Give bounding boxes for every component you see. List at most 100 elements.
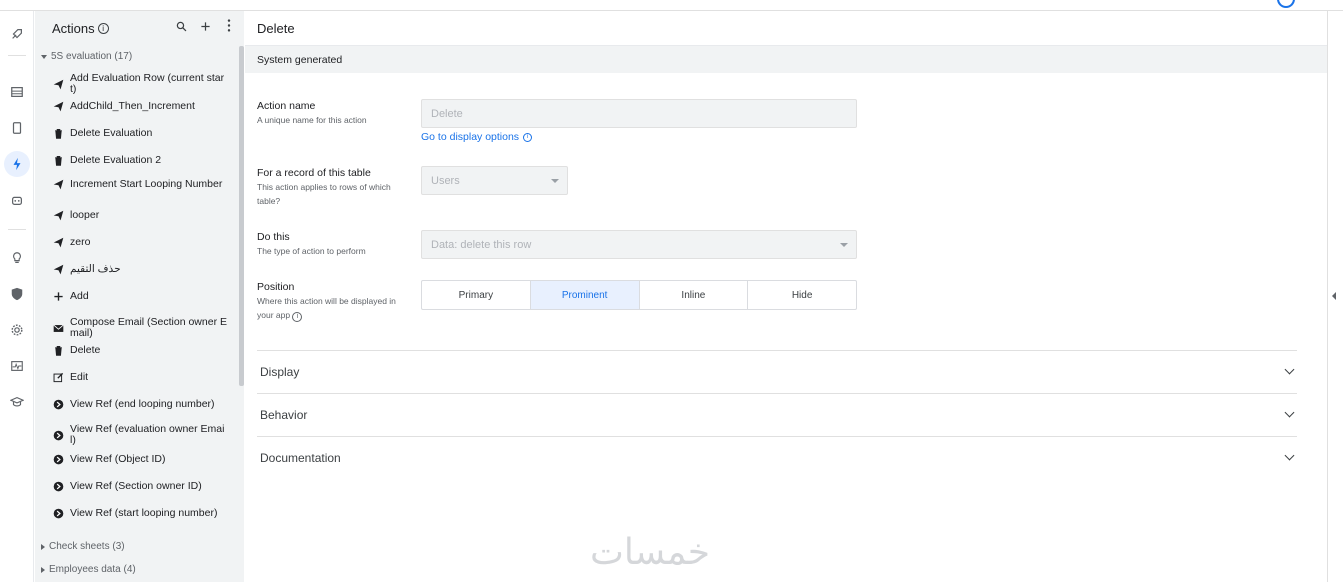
- section-documentation[interactable]: Documentation: [257, 436, 1297, 479]
- sidebar-action-label: Delete Evaluation 2: [70, 153, 162, 166]
- sidebar-action-label: Increment Start Looping Number: [70, 177, 223, 190]
- group-label: Check sheets (3): [49, 541, 125, 552]
- data-icon[interactable]: [4, 79, 30, 105]
- position-option-inline[interactable]: Inline: [640, 281, 749, 309]
- position-option-prominent[interactable]: Prominent: [530, 281, 640, 309]
- trash-icon: [52, 344, 64, 356]
- record-table-select[interactable]: Users: [421, 166, 568, 195]
- position-label-group: Position Where this action will be displ…: [257, 281, 412, 322]
- sidebar-action-item[interactable]: حذف التقيم: [52, 263, 227, 275]
- group-employees-data[interactable]: Employees data (4): [41, 564, 136, 575]
- app-view-icon[interactable]: [4, 115, 30, 141]
- position-option-primary[interactable]: Primary: [422, 281, 531, 309]
- settings-gear-icon[interactable]: [4, 317, 30, 343]
- avatar[interactable]: [1277, 0, 1295, 8]
- section-behavior[interactable]: Behavior: [257, 393, 1297, 436]
- sidebar-action-item[interactable]: View Ref (Object ID): [52, 453, 227, 465]
- sidebar-action-item[interactable]: View Ref (end looping number): [52, 398, 227, 410]
- position-desc-wrap: Where this action will be displayed in y…: [257, 294, 412, 322]
- section-display[interactable]: Display: [257, 350, 1297, 393]
- position-desc: Where this action will be displayed in y…: [257, 296, 396, 320]
- action-name-label-group: Action name A unique name for this actio…: [257, 100, 367, 127]
- chevron-down-icon: [1284, 364, 1295, 375]
- sidebar-action-label: AddChild_Then_Increment: [70, 99, 195, 112]
- do-this-label: Do this: [257, 231, 290, 243]
- record-table-value: Users: [431, 174, 460, 187]
- search-icon[interactable]: [174, 19, 188, 35]
- sidebar-action-label: Add: [70, 289, 89, 302]
- send-icon: [52, 178, 64, 190]
- record-table-label-group: For a record of this table This action a…: [257, 167, 407, 208]
- system-generated-label: System generated: [257, 54, 343, 66]
- group-check-sheets[interactable]: Check sheets (3): [41, 541, 125, 552]
- expand-panel-icon[interactable]: [1332, 292, 1336, 300]
- dropdown-arrow-icon: [551, 178, 559, 183]
- group-5s-evaluation[interactable]: 5S evaluation (17): [41, 51, 132, 62]
- learn-cap-icon[interactable]: [4, 389, 30, 415]
- actions-sidebar: Actions i 5S evaluation (17) Add Evaluat…: [35, 11, 244, 582]
- sidebar-action-label: looper: [70, 208, 100, 221]
- page-title: Delete: [257, 21, 295, 36]
- position-toggle: Primary Prominent Inline Hide: [421, 280, 857, 310]
- arrow-circle-icon: [52, 453, 64, 465]
- position-option-hide[interactable]: Hide: [748, 281, 856, 309]
- action-name-value: Delete: [431, 107, 463, 120]
- do-this-value: Data: delete this row: [431, 238, 532, 251]
- add-action-icon[interactable]: [198, 19, 212, 35]
- sidebar-action-label: Delete: [70, 343, 101, 356]
- display-options-link[interactable]: Go to display options i: [421, 131, 533, 143]
- sidebar-scrollbar[interactable]: [239, 46, 244, 386]
- sidebar-header: Actions i: [35, 11, 244, 45]
- send-icon: [52, 236, 64, 248]
- sidebar-action-label: Compose Email (Section owner Email): [70, 316, 227, 339]
- monitor-icon[interactable]: [4, 353, 30, 379]
- nav-rail: [0, 11, 34, 582]
- info-icon[interactable]: i: [97, 22, 109, 34]
- sidebar-action-item[interactable]: AddChild_Then_Increment: [52, 100, 227, 112]
- sidebar-action-item[interactable]: Add: [52, 290, 227, 302]
- sidebar-title: Actions: [52, 20, 95, 36]
- sidebar-action-item[interactable]: View Ref (evaluation owner Email): [52, 424, 227, 446]
- info-icon: i: [523, 132, 533, 142]
- sidebar-action-item[interactable]: Add Evaluation Row (current start): [52, 73, 227, 95]
- caret-right-icon: [41, 566, 45, 573]
- intelligence-bulb-icon[interactable]: [4, 245, 30, 271]
- sidebar-action-item[interactable]: View Ref (start looping number): [52, 507, 227, 519]
- sidebar-action-item[interactable]: zero: [52, 236, 227, 248]
- sidebar-action-label: Add Evaluation Row (current start): [70, 72, 225, 95]
- dropdown-arrow-icon: [840, 242, 848, 247]
- action-editor: Delete System generated Action name A un…: [245, 11, 1327, 582]
- sidebar-action-item[interactable]: looper: [52, 209, 227, 221]
- actions-bolt-icon[interactable]: [4, 151, 30, 177]
- arrow-circle-icon: [52, 507, 64, 519]
- arrow-circle-icon: [52, 480, 64, 492]
- sidebar-action-label: View Ref (start looping number): [70, 506, 218, 519]
- sidebar-action-item[interactable]: Delete: [52, 344, 227, 356]
- security-shield-icon[interactable]: [4, 281, 30, 307]
- sidebar-action-label: View Ref (Object ID): [70, 452, 166, 465]
- sidebar-action-label: View Ref (Section owner ID): [70, 479, 202, 492]
- arrow-circle-icon: [52, 429, 64, 441]
- system-generated-bar: System generated: [245, 45, 1327, 73]
- sidebar-action-label: zero: [70, 235, 91, 248]
- automation-bot-icon[interactable]: [4, 187, 30, 213]
- sidebar-action-item[interactable]: Delete Evaluation: [52, 127, 227, 139]
- caret-right-icon: [41, 543, 45, 550]
- arrow-circle-icon: [52, 398, 64, 410]
- sidebar-action-item[interactable]: Delete Evaluation 2: [52, 154, 227, 166]
- sidebar-action-item[interactable]: Edit: [52, 371, 227, 383]
- sidebar-action-item[interactable]: View Ref (Section owner ID): [52, 480, 227, 492]
- sidebar-action-item[interactable]: Increment Start Looping Number: [52, 178, 227, 190]
- action-name-field[interactable]: Delete: [421, 99, 857, 128]
- sidebar-action-label: Edit: [70, 370, 89, 383]
- send-icon: [52, 263, 64, 275]
- display-options-text: Go to display options: [421, 131, 520, 143]
- sidebar-action-item[interactable]: Compose Email (Section owner Email): [52, 317, 227, 339]
- do-this-select[interactable]: Data: delete this row: [421, 230, 857, 259]
- more-vert-icon[interactable]: [222, 19, 236, 35]
- sidebar-action-label: View Ref (evaluation owner Email): [70, 423, 225, 446]
- do-this-desc: The type of action to perform: [257, 246, 366, 256]
- sidebar-action-label: حذف التقيم: [70, 262, 121, 275]
- deploy-icon[interactable]: [4, 21, 30, 47]
- info-icon[interactable]: i: [292, 312, 303, 322]
